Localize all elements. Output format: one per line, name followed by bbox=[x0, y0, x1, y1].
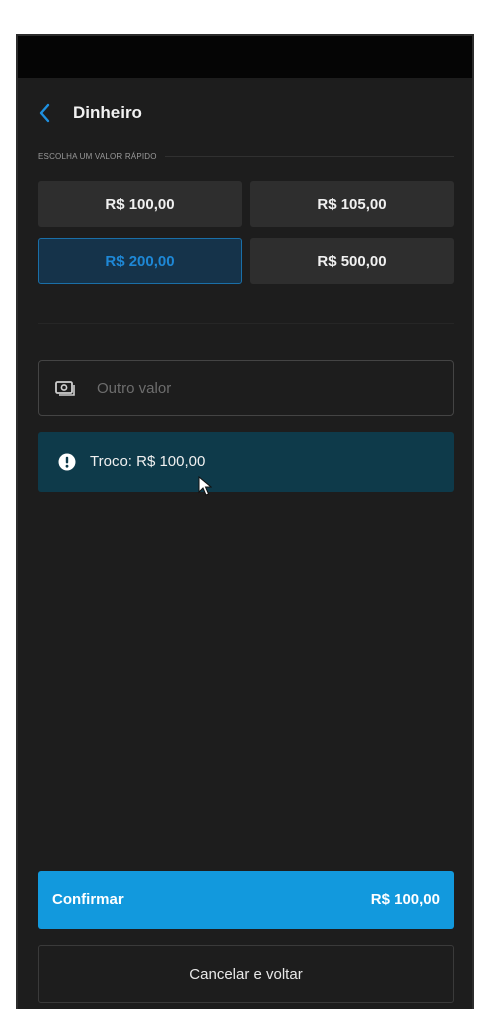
header: Dinheiro bbox=[18, 98, 472, 128]
confirm-button[interactable]: Confirmar R$ 100,00 bbox=[38, 871, 454, 929]
quick-value-button[interactable]: R$ 100,00 bbox=[38, 181, 242, 227]
change-banner: Troco: R$ 100,00 bbox=[38, 432, 454, 492]
other-value-input[interactable] bbox=[97, 361, 437, 415]
quick-value-button[interactable]: R$ 500,00 bbox=[250, 238, 454, 284]
page-title: Dinheiro bbox=[73, 103, 142, 122]
confirm-amount: R$ 100,00 bbox=[370, 891, 440, 908]
mouse-cursor-icon bbox=[198, 475, 213, 496]
quick-values-header: ESCOLHA UM VALOR RÁPIDO bbox=[38, 149, 454, 163]
top-bar bbox=[18, 36, 472, 78]
confirm-label: Confirmar bbox=[52, 891, 124, 908]
change-text: Troco: R$ 100,00 bbox=[90, 453, 206, 470]
quick-value-button-selected[interactable]: R$ 200,00 bbox=[38, 238, 242, 284]
money-icon bbox=[55, 380, 75, 396]
divider bbox=[38, 323, 454, 324]
section-divider bbox=[164, 155, 454, 157]
cancel-button[interactable]: Cancelar e voltar bbox=[38, 945, 454, 1003]
chevron-left-icon[interactable] bbox=[36, 102, 54, 124]
info-icon bbox=[58, 453, 76, 471]
other-value-field[interactable] bbox=[38, 360, 454, 416]
quick-values-label: ESCOLHA UM VALOR RÁPIDO bbox=[38, 151, 157, 161]
quick-value-button[interactable]: R$ 105,00 bbox=[250, 181, 454, 227]
payment-panel: Dinheiro ESCOLHA UM VALOR RÁPIDO R$ 100,… bbox=[16, 34, 474, 1009]
